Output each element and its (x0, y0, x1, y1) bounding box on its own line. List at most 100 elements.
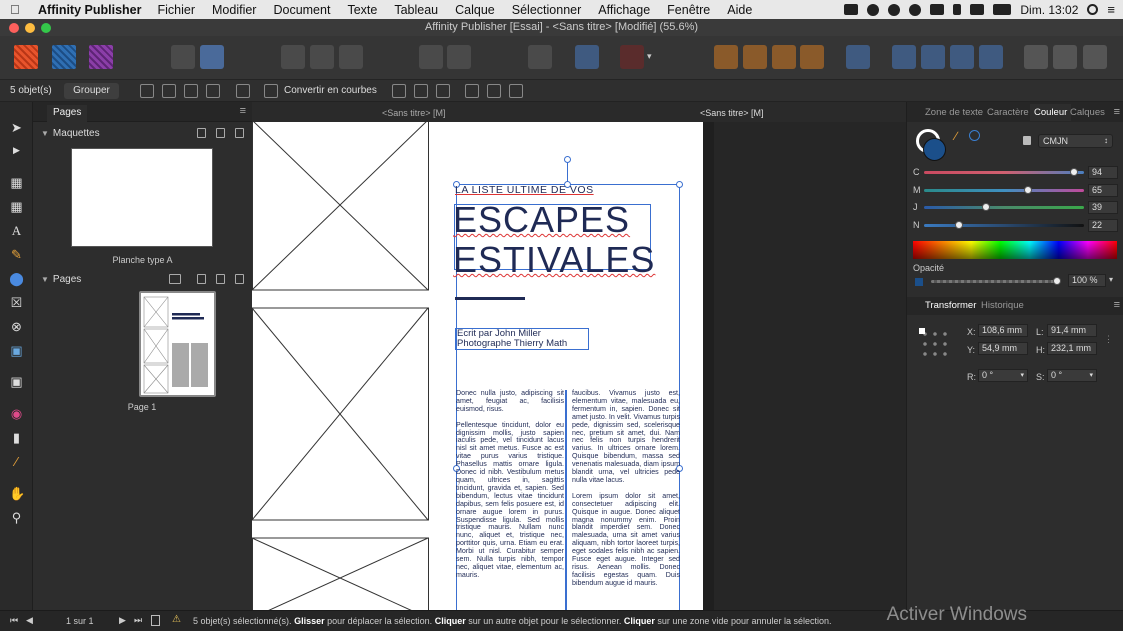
sync-icon[interactable] (888, 3, 901, 16)
lock-icon[interactable] (1023, 136, 1031, 145)
resources-button[interactable] (200, 45, 224, 69)
document-canvas[interactable]: <Sans titre> [M] <Sans titre> [M] LA LIS… (252, 102, 906, 610)
color-picker-tool-icon[interactable]: ∕ (9, 454, 24, 469)
flip-vertical-button[interactable] (921, 45, 945, 69)
creative-cloud-icon[interactable] (867, 3, 880, 16)
close-window-button[interactable] (9, 23, 19, 33)
menu-modifier[interactable]: Modifier (212, 3, 256, 17)
channel-slider-knob-m[interactable] (1024, 185, 1032, 194)
byline-frame[interactable]: Ecrit par John Miller Photographe Thierr… (455, 328, 589, 350)
menu-texte[interactable]: Texte (347, 3, 377, 17)
pages-section-header[interactable]: ▼ Pages (41, 274, 81, 285)
x-field[interactable]: 108,6 mm (978, 324, 1028, 337)
add-page-icon[interactable] (197, 274, 206, 284)
document-tab-1[interactable]: <Sans titre> [M] (382, 108, 446, 118)
opacity-dropdown-chevron-icon[interactable]: ▾ (1109, 275, 1113, 284)
warning-bell-icon[interactable]: ⚠ (172, 614, 181, 625)
rotate-left-button[interactable] (950, 45, 974, 69)
text-column-right[interactable]: faucibus. Vivamus justo est, elementum v… (572, 389, 680, 588)
table-tool-icon[interactable]: ▦ (9, 199, 24, 214)
text-column-left[interactable]: Donec nulla justo, adipiscing sit amet, … (456, 389, 564, 580)
document-tab-2[interactable]: <Sans titre> [M] (700, 108, 764, 118)
clock[interactable]: Dim. 13:02 (1020, 3, 1078, 17)
frame-icon[interactable] (236, 84, 250, 98)
group-button[interactable]: Grouper (64, 83, 119, 99)
master-thumbnail[interactable] (71, 148, 213, 247)
snapping-button[interactable] (620, 45, 644, 69)
disclosure-triangle-icon[interactable]: ▼ (41, 129, 49, 138)
move-to-back-button[interactable] (714, 45, 738, 69)
view-hand-tool-icon[interactable]: ✋ (9, 486, 25, 501)
channel-slider-knob-n[interactable] (955, 220, 964, 229)
resize-handle-top-right[interactable] (676, 181, 683, 188)
channel-slider-n[interactable] (924, 223, 1084, 227)
zoom-window-button[interactable] (41, 23, 51, 33)
boolean-intersect-button[interactable] (1083, 45, 1107, 69)
tab-layers[interactable]: Calques (1070, 107, 1105, 118)
y-field[interactable]: 54,9 mm (978, 342, 1028, 355)
move-to-front-button[interactable] (800, 45, 824, 69)
color-well-icon[interactable] (969, 130, 980, 141)
h-field[interactable]: 232,1 mm (1047, 342, 1097, 355)
channel-slider-knob-j[interactable] (982, 203, 991, 211)
text-wrap-button[interactable] (528, 45, 552, 69)
shear-field[interactable]: 0 ° ▾ (1047, 369, 1097, 382)
opacity-slider-knob[interactable] (1053, 277, 1061, 285)
view-mode-bleed-button[interactable] (310, 45, 334, 69)
baseline-grid-button[interactable] (575, 45, 599, 69)
delete-master-icon[interactable] (235, 128, 244, 138)
preflight-button[interactable] (171, 45, 195, 69)
align-middle-icon[interactable] (487, 84, 501, 98)
align-bottom-icon[interactable] (509, 84, 523, 98)
menu-selectionner[interactable]: Sélectionner (512, 3, 582, 17)
designer-persona-button[interactable] (52, 45, 76, 69)
channel-slider-knob-c[interactable] (1070, 168, 1079, 176)
battery-icon[interactable] (993, 4, 1012, 15)
fill-tool-icon[interactable]: ◉ (9, 406, 24, 421)
page-thumbnail-icon[interactable] (151, 615, 160, 626)
dropbox-icon[interactable] (930, 4, 945, 15)
photo-persona-button[interactable] (89, 45, 113, 69)
tab-transform[interactable]: Transformer (925, 300, 976, 311)
place-image-tool-icon[interactable]: ▣ (9, 343, 24, 358)
panel-menu-icon[interactable]: ≡ (240, 105, 246, 117)
link-proportions-icon[interactable]: ⋮ (1104, 334, 1113, 345)
opacity-slider[interactable] (931, 280, 1059, 283)
channel-value-j[interactable]: 39 (1088, 201, 1118, 214)
notification-center-icon[interactable]: ≡ (1107, 2, 1115, 17)
menu-aide[interactable]: Aide (727, 3, 752, 17)
duplicate-page-icon[interactable] (216, 274, 225, 284)
flip-horizontal-button[interactable] (892, 45, 916, 69)
shape-tool-icon[interactable]: ⬤ (9, 271, 24, 286)
menu-affichage[interactable]: Affichage (598, 3, 650, 17)
w-field[interactable]: 91,4 mm (1047, 324, 1097, 337)
prev-page-icon[interactable]: ◀ (26, 615, 33, 626)
view-mode-clip-button[interactable] (339, 45, 363, 69)
align-top-icon[interactable] (465, 84, 479, 98)
picture-frame-tool-icon[interactable]: ☒ (9, 295, 24, 310)
channel-value-n[interactable]: 22 (1088, 218, 1118, 232)
tab-text-frame[interactable]: Zone de texte (925, 107, 983, 118)
first-page-icon[interactable]: ⏮ (10, 615, 18, 626)
spotlight-search-icon[interactable] (1087, 4, 1099, 15)
align-center-icon[interactable] (414, 84, 428, 98)
unpin-button[interactable] (447, 45, 471, 69)
menu-fichier[interactable]: Fichier (157, 3, 195, 17)
menu-app-name[interactable]: Affinity Publisher (38, 3, 141, 17)
align-left-icon[interactable] (392, 84, 406, 98)
channel-slider-m[interactable] (924, 188, 1084, 192)
pin-button[interactable] (419, 45, 443, 69)
menu-tableau[interactable]: Tableau (394, 3, 438, 17)
next-page-icon[interactable]: ▶ (119, 615, 126, 626)
menu-calque[interactable]: Calque (455, 3, 495, 17)
move-tool-icon[interactable]: ➤ (9, 120, 24, 135)
minimize-window-button[interactable] (25, 23, 35, 33)
article-kicker[interactable]: LA LISTE ULTIME DE VOS (455, 184, 594, 196)
zoom-tool-icon[interactable]: ⚲ (9, 510, 24, 525)
artistic-text-tool-icon[interactable]: A (9, 223, 24, 238)
move-forward-one-button[interactable] (772, 45, 796, 69)
channel-slider-c[interactable] (924, 171, 1084, 174)
ellipse-frame-tool-icon[interactable]: ⊗ (9, 319, 24, 334)
bluetooth-icon[interactable] (953, 4, 962, 15)
apple-icon[interactable]:  (10, 2, 24, 17)
